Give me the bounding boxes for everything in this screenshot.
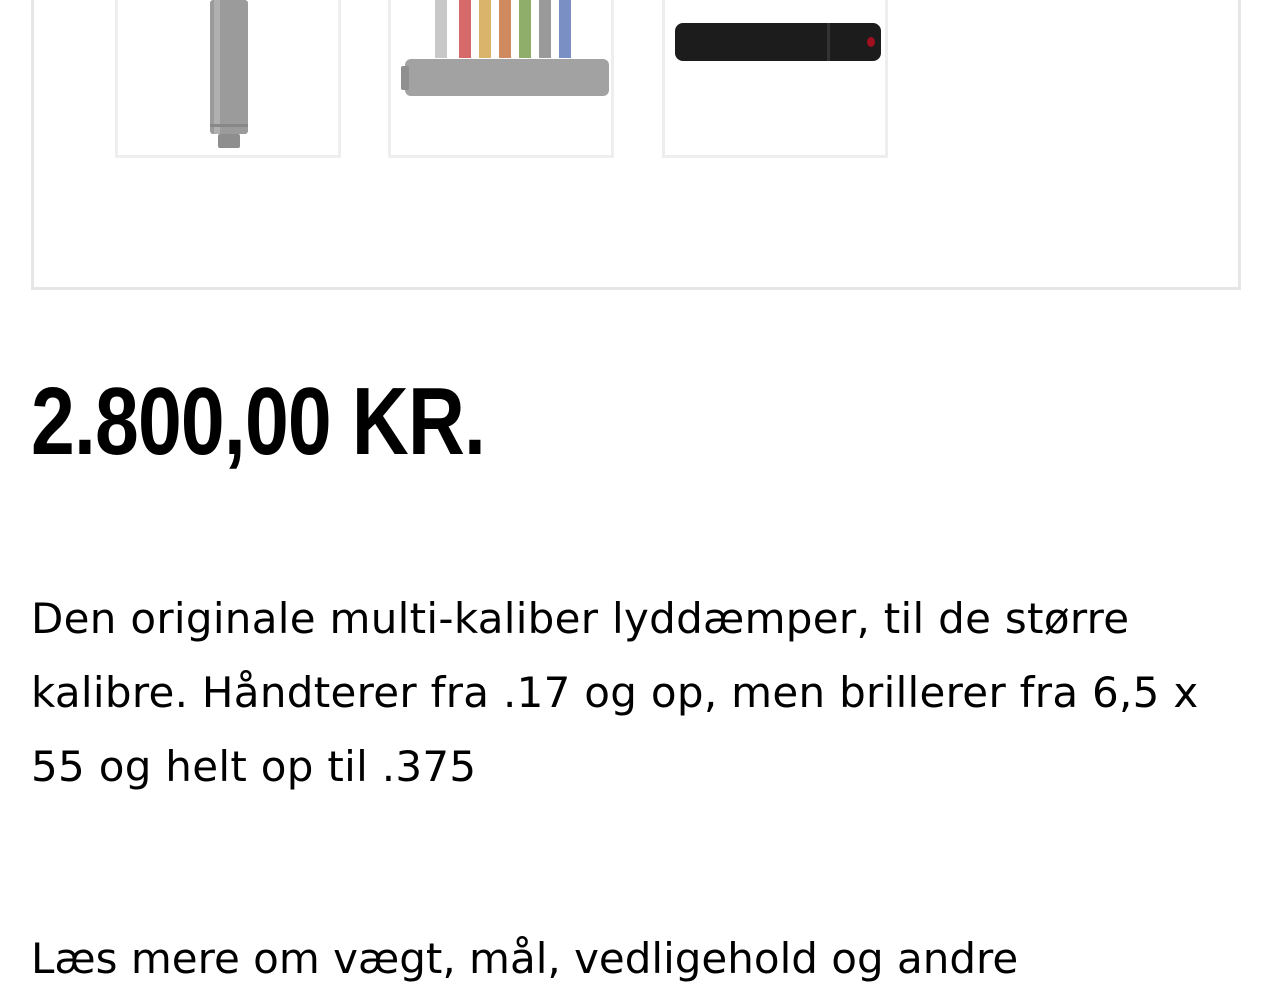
gallery-thumbnail-2[interactable] <box>388 0 614 158</box>
black-suppressor-image <box>675 23 881 61</box>
gallery-thumbnail-1[interactable] <box>115 0 341 158</box>
suppressor-kit-image <box>401 0 609 96</box>
grey-suppressor-image <box>210 0 248 148</box>
read-more-text: Læs mere om vægt, mål, vedligehold og an… <box>31 934 1019 983</box>
product-description: Den originale multi-kaliber lyddæmper, t… <box>31 594 1199 791</box>
gallery-thumbnail-3[interactable] <box>662 0 888 158</box>
product-price: 2.800,00 KR. <box>31 368 486 475</box>
